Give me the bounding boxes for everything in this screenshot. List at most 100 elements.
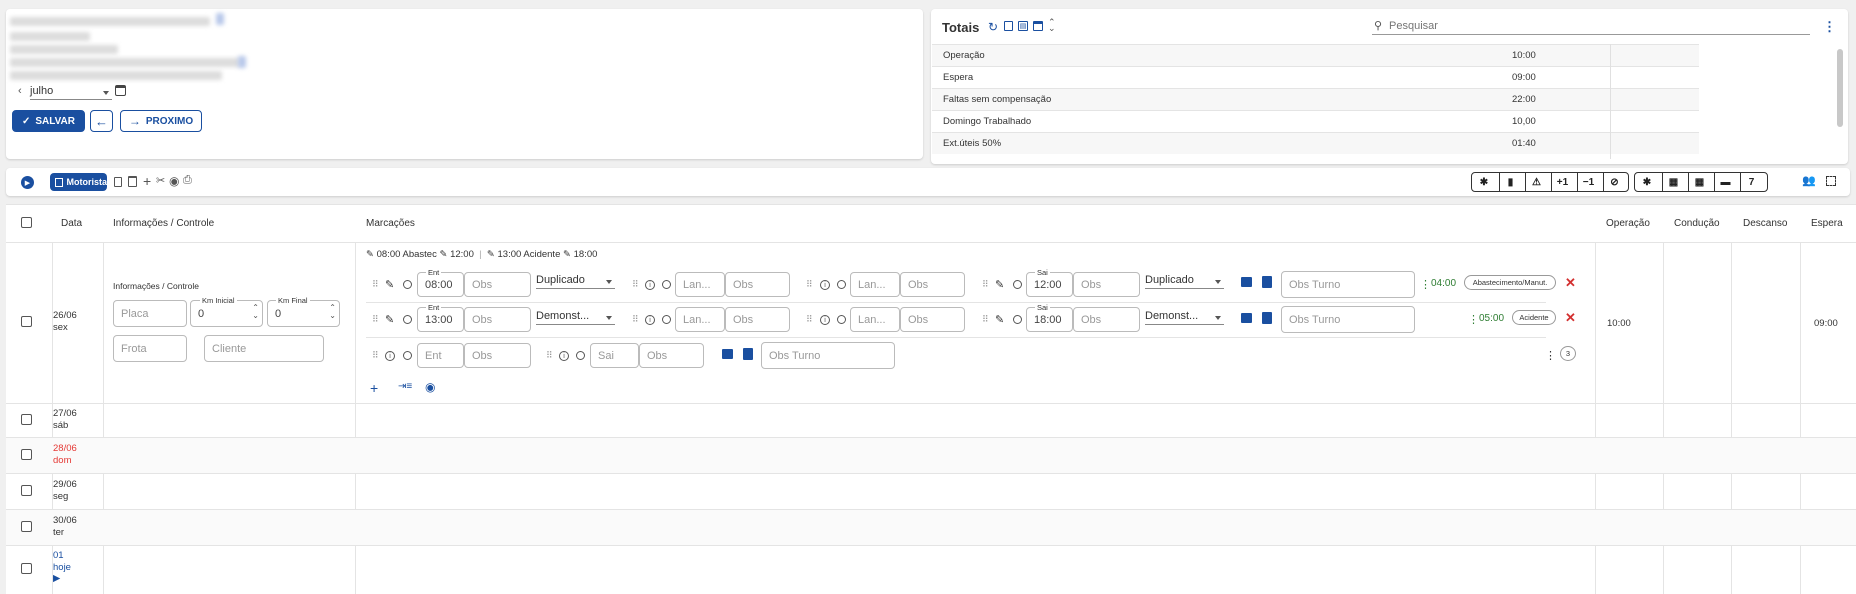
drag-handle-icon[interactable]: ⠿ bbox=[632, 279, 639, 290]
clipboard-icon[interactable] bbox=[1262, 276, 1272, 288]
status-circle-icon[interactable] bbox=[403, 351, 412, 360]
status-circle-icon[interactable] bbox=[662, 315, 671, 324]
ent-input[interactable]: Ent bbox=[417, 343, 464, 368]
type-select[interactable]: Duplicado bbox=[536, 274, 615, 289]
pencil-icon[interactable]: ✎ bbox=[995, 313, 1004, 326]
drag-handle-icon[interactable]: ⠿ bbox=[372, 279, 379, 290]
info-icon[interactable]: i bbox=[820, 280, 830, 290]
more-vert-icon[interactable]: ⋮ bbox=[1823, 19, 1836, 35]
table-icon[interactable]: ▤ bbox=[1018, 21, 1028, 31]
minus-one-button[interactable]: −1 bbox=[1577, 173, 1599, 191]
status-circle-icon[interactable] bbox=[1013, 280, 1022, 289]
asterisk2-button[interactable]: ✱ bbox=[1636, 173, 1658, 191]
status-circle-icon[interactable] bbox=[662, 280, 671, 289]
sofa-button[interactable]: ▬ bbox=[1714, 173, 1736, 191]
drag-handle-icon[interactable]: ⠿ bbox=[982, 314, 989, 325]
frota-input[interactable]: Frota bbox=[113, 335, 187, 362]
status-circle-icon[interactable] bbox=[576, 351, 585, 360]
building-icon[interactable] bbox=[1241, 277, 1252, 287]
week-button[interactable]: 7 bbox=[1740, 173, 1762, 191]
next-button[interactable]: → PROXIMO bbox=[120, 110, 202, 132]
obs-input[interactable]: Obs bbox=[1073, 272, 1140, 297]
day-row[interactable]: 27/06 sáb bbox=[6, 404, 1856, 437]
tools-icon[interactable]: ✂ bbox=[156, 174, 165, 187]
status-circle-icon[interactable] bbox=[1013, 315, 1022, 324]
type-select[interactable]: Demonst... bbox=[1145, 310, 1224, 325]
plus-one-button[interactable]: +1 bbox=[1551, 173, 1573, 191]
close-icon[interactable]: ✕ bbox=[1565, 275, 1576, 291]
info-icon[interactable]: i bbox=[645, 280, 655, 290]
pencil-icon[interactable]: ✎ bbox=[385, 313, 394, 326]
drag-handle-icon[interactable]: ⠿ bbox=[982, 279, 989, 290]
day-row[interactable]: 30/06 ter bbox=[6, 510, 1856, 545]
building-icon[interactable] bbox=[1241, 313, 1252, 323]
people-icon[interactable]: 👥 bbox=[1802, 174, 1816, 187]
asterisk-button[interactable]: ✱ bbox=[1473, 173, 1495, 191]
day-row[interactable]: 29/06 seg bbox=[6, 474, 1856, 509]
prev-month-chevron-icon[interactable]: ‹ bbox=[18, 85, 22, 97]
search-input[interactable] bbox=[1372, 18, 1810, 35]
status-circle-icon[interactable] bbox=[403, 280, 412, 289]
calendar-export-icon[interactable] bbox=[1033, 21, 1043, 31]
drag-handle-icon[interactable]: ⠿ bbox=[372, 350, 379, 361]
paste-icon[interactable] bbox=[128, 176, 137, 187]
pencil-icon[interactable]: ✎ bbox=[385, 278, 394, 291]
refresh-icon[interactable]: ↻ bbox=[988, 20, 998, 34]
insert-icon[interactable]: ⇥≡ bbox=[398, 381, 412, 392]
warning-button[interactable]: ⚠ bbox=[1525, 173, 1547, 191]
save-button[interactable]: ✓ SALVAR bbox=[12, 110, 85, 132]
type-select[interactable]: Duplicado bbox=[1145, 274, 1224, 289]
obs-input[interactable]: Obs bbox=[464, 272, 531, 297]
obs-turno-input[interactable]: Obs Turno bbox=[1281, 271, 1415, 298]
back-button[interactable]: ← bbox=[90, 110, 113, 132]
eye-icon[interactable]: ◉ bbox=[425, 380, 435, 394]
clipboard-icon[interactable] bbox=[1262, 312, 1272, 324]
calendar-month-button[interactable]: ▦ bbox=[1688, 173, 1710, 191]
obs-input[interactable]: Obs bbox=[1073, 307, 1140, 332]
drag-handle-icon[interactable]: ⠿ bbox=[632, 314, 639, 325]
drag-handle-icon[interactable]: ⠿ bbox=[372, 314, 379, 325]
row-checkbox[interactable] bbox=[21, 521, 32, 532]
row-checkbox[interactable] bbox=[21, 485, 32, 496]
drag-handle-icon[interactable]: ⠿ bbox=[806, 279, 813, 290]
building-icon[interactable] bbox=[722, 349, 733, 359]
obs-input[interactable]: Obs bbox=[725, 272, 790, 297]
info-icon[interactable]: i bbox=[385, 351, 395, 361]
print-icon[interactable]: ⎙ bbox=[183, 174, 192, 187]
status-circle-icon[interactable] bbox=[837, 280, 846, 289]
event-tag[interactable]: Acidente bbox=[1512, 310, 1556, 325]
totals-scrollbar[interactable] bbox=[1837, 49, 1843, 127]
obs-input[interactable]: Obs bbox=[725, 307, 790, 332]
play-icon[interactable]: ▶ bbox=[21, 176, 34, 189]
add-mark-icon[interactable]: + bbox=[370, 380, 378, 396]
more-vert-icon[interactable]: ⋮ bbox=[1545, 349, 1556, 362]
drag-handle-icon[interactable]: ⠿ bbox=[806, 314, 813, 325]
obs-input[interactable]: Obs bbox=[639, 343, 704, 368]
close-icon[interactable]: ✕ bbox=[1565, 310, 1576, 326]
copy-icon[interactable] bbox=[1004, 21, 1013, 31]
status-circle-icon[interactable] bbox=[403, 315, 412, 324]
block-button[interactable]: ⊘ bbox=[1603, 173, 1625, 191]
calendar-day-button[interactable]: ▦ bbox=[1662, 173, 1684, 191]
placa-input[interactable]: Placa bbox=[113, 300, 187, 327]
obs-input[interactable]: Obs bbox=[464, 343, 531, 368]
obs-turno-input[interactable]: Obs Turno bbox=[761, 342, 895, 369]
info-icon[interactable]: i bbox=[820, 315, 830, 325]
event-tag[interactable]: Abastecimento/Manut. bbox=[1464, 275, 1556, 290]
more-vert-icon[interactable]: ⋮ bbox=[1420, 278, 1431, 291]
status-circle-icon[interactable] bbox=[837, 315, 846, 324]
lan-input[interactable]: Lan... bbox=[850, 307, 900, 332]
lan-input[interactable]: Lan... bbox=[675, 272, 725, 297]
obs-input[interactable]: Obs bbox=[900, 272, 965, 297]
info-icon[interactable]: i bbox=[645, 315, 655, 325]
stepper-icon[interactable]: ⌃ ⌄ bbox=[329, 304, 336, 320]
add-icon[interactable]: + bbox=[143, 173, 151, 189]
sort-icon[interactable]: ⌃ ⌄ bbox=[1048, 18, 1056, 33]
day-row[interactable]: 28/06 dom bbox=[6, 438, 1856, 473]
bookmark-button[interactable]: ▮ bbox=[1499, 173, 1521, 191]
type-select[interactable]: Demonst... bbox=[536, 310, 615, 325]
day-row[interactable]: 01 hoje ▶ bbox=[6, 546, 1856, 594]
row-checkbox[interactable] bbox=[21, 414, 32, 425]
info-icon[interactable]: i bbox=[559, 351, 569, 361]
row-checkbox[interactable] bbox=[21, 449, 32, 460]
